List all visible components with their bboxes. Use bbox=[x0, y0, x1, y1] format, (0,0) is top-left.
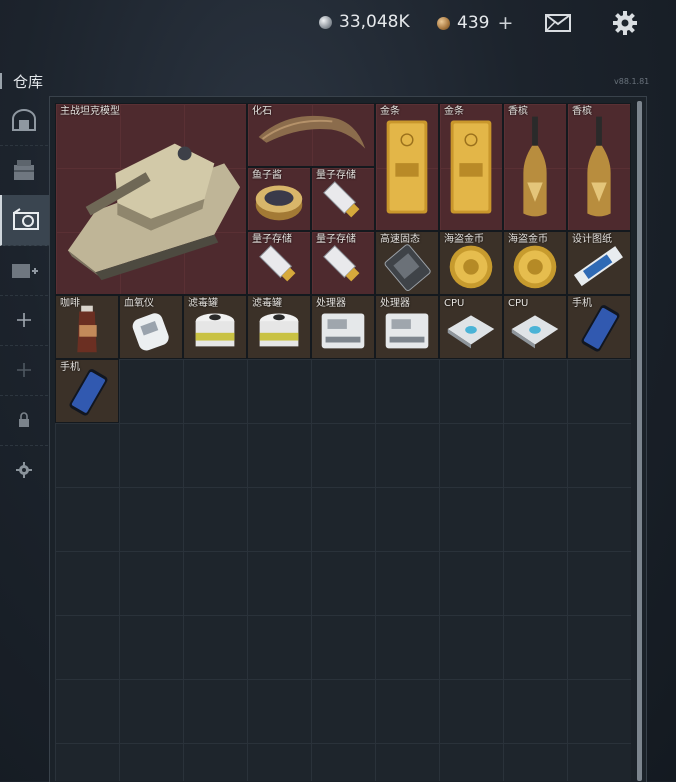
item-label: 设计图纸 bbox=[572, 234, 612, 245]
item-label: CPU bbox=[508, 298, 529, 309]
item-tank-model[interactable]: 主战坦克模型 bbox=[55, 103, 247, 295]
item-champagne[interactable]: 香槟 bbox=[503, 103, 567, 231]
item-processor[interactable]: 处理器 bbox=[375, 295, 439, 359]
item-processor[interactable]: 处理器 bbox=[311, 295, 375, 359]
item-champagne[interactable]: 香槟 bbox=[567, 103, 631, 231]
sidebar-item-settings[interactable] bbox=[0, 445, 48, 495]
item-gold-bar[interactable]: 金条 bbox=[439, 103, 503, 231]
inventory-grid: 主战坦克模型 化石 金条 金条 香槟 香槟 鱼子酱 量子存储 量子存储 量子存储… bbox=[55, 103, 631, 781]
item-oximeter[interactable]: 血氧仪 bbox=[119, 295, 183, 359]
item-quantum-storage[interactable]: 量子存储 bbox=[311, 167, 375, 231]
item-label: 香槟 bbox=[508, 106, 528, 117]
crate-icon bbox=[14, 160, 34, 180]
item-quantum-storage[interactable]: 量子存储 bbox=[311, 231, 375, 295]
gold-bar-icon bbox=[386, 120, 428, 214]
mail-icon[interactable] bbox=[545, 14, 571, 32]
bunker-icon bbox=[12, 109, 36, 131]
item-filter-canister[interactable]: 滤毒罐 bbox=[247, 295, 311, 359]
item-label: 手机 bbox=[60, 362, 80, 373]
gold-bar-icon bbox=[450, 120, 492, 214]
item-label: 高速固态 bbox=[380, 234, 420, 245]
bronze-value: 439 bbox=[457, 13, 490, 33]
item-quantum-storage[interactable]: 量子存储 bbox=[247, 231, 311, 295]
item-label: 海盗金币 bbox=[444, 234, 484, 245]
silver-coin-icon bbox=[319, 15, 332, 29]
item-label: 量子存储 bbox=[316, 170, 356, 181]
sidebar-item-add-disabled bbox=[0, 345, 48, 396]
silver-currency: 33,048K bbox=[319, 12, 410, 32]
champagne-icon bbox=[523, 116, 547, 217]
add-currency-button[interactable]: + bbox=[497, 12, 513, 34]
sidebar-item-locked bbox=[0, 395, 48, 446]
item-label: 香槟 bbox=[572, 106, 592, 117]
item-label: 金条 bbox=[380, 106, 400, 117]
sidebar-item-bunker[interactable] bbox=[0, 95, 48, 146]
warehouse-icon bbox=[13, 208, 39, 230]
item-cpu[interactable]: CPU bbox=[503, 295, 567, 359]
tank-model-icon bbox=[67, 143, 241, 281]
plus-dim-icon bbox=[17, 363, 31, 377]
item-label: 海盗金币 bbox=[508, 234, 548, 245]
item-caviar[interactable]: 鱼子酱 bbox=[247, 167, 311, 231]
plus-icon bbox=[17, 313, 31, 327]
item-label: 鱼子酱 bbox=[252, 170, 282, 181]
scrollbar[interactable] bbox=[637, 101, 642, 781]
item-smartphone[interactable]: 手机 bbox=[55, 359, 119, 423]
item-coffee[interactable]: 咖啡 bbox=[55, 295, 119, 359]
item-label: 量子存储 bbox=[316, 234, 356, 245]
item-blueprint[interactable]: 设计图纸 bbox=[567, 231, 631, 295]
item-pirate-coin[interactable]: 海盗金币 bbox=[503, 231, 567, 295]
sidebar-item-add-storage[interactable] bbox=[0, 245, 48, 296]
item-cpu[interactable]: CPU bbox=[439, 295, 503, 359]
lock-icon bbox=[19, 412, 29, 427]
item-fossil[interactable]: 化石 bbox=[247, 103, 375, 167]
bronze-coin-icon bbox=[437, 16, 450, 30]
item-pirate-coin[interactable]: 海盗金币 bbox=[439, 231, 503, 295]
item-label: 手机 bbox=[572, 298, 592, 309]
gear-icon[interactable] bbox=[612, 10, 638, 36]
bronze-currency[interactable]: 439 + bbox=[437, 12, 513, 34]
settings-icon bbox=[16, 462, 32, 478]
item-label: 血氧仪 bbox=[124, 298, 154, 309]
item-label: CPU bbox=[444, 298, 465, 309]
top-bar: 33,048K 439 + bbox=[0, 0, 676, 48]
item-label: 滤毒罐 bbox=[252, 298, 282, 309]
page-title: 仓库 bbox=[13, 73, 44, 91]
version-label: v88.1.81 bbox=[614, 77, 650, 86]
silver-value: 33,048K bbox=[339, 12, 410, 32]
item-label: 量子存储 bbox=[252, 234, 292, 245]
title-marker bbox=[0, 73, 2, 89]
item-label: 处理器 bbox=[316, 298, 346, 309]
item-label: 化石 bbox=[252, 106, 272, 117]
item-label: 咖啡 bbox=[60, 298, 80, 309]
sidebar-item-add[interactable] bbox=[0, 295, 48, 346]
sidebar-item-crate[interactable] bbox=[0, 145, 48, 196]
item-filter-canister[interactable]: 滤毒罐 bbox=[183, 295, 247, 359]
item-ssd[interactable]: 高速固态 bbox=[375, 231, 439, 295]
item-label: 主战坦克模型 bbox=[60, 106, 120, 117]
item-label: 滤毒罐 bbox=[188, 298, 218, 309]
item-smartphone[interactable]: 手机 bbox=[567, 295, 631, 359]
sidebar-item-warehouse[interactable] bbox=[0, 195, 50, 246]
item-gold-bar[interactable]: 金条 bbox=[375, 103, 439, 231]
add-storage-icon bbox=[12, 264, 38, 278]
champagne-icon bbox=[587, 116, 611, 217]
item-label: 处理器 bbox=[380, 298, 410, 309]
sidebar bbox=[0, 95, 50, 781]
item-label: 金条 bbox=[444, 106, 464, 117]
